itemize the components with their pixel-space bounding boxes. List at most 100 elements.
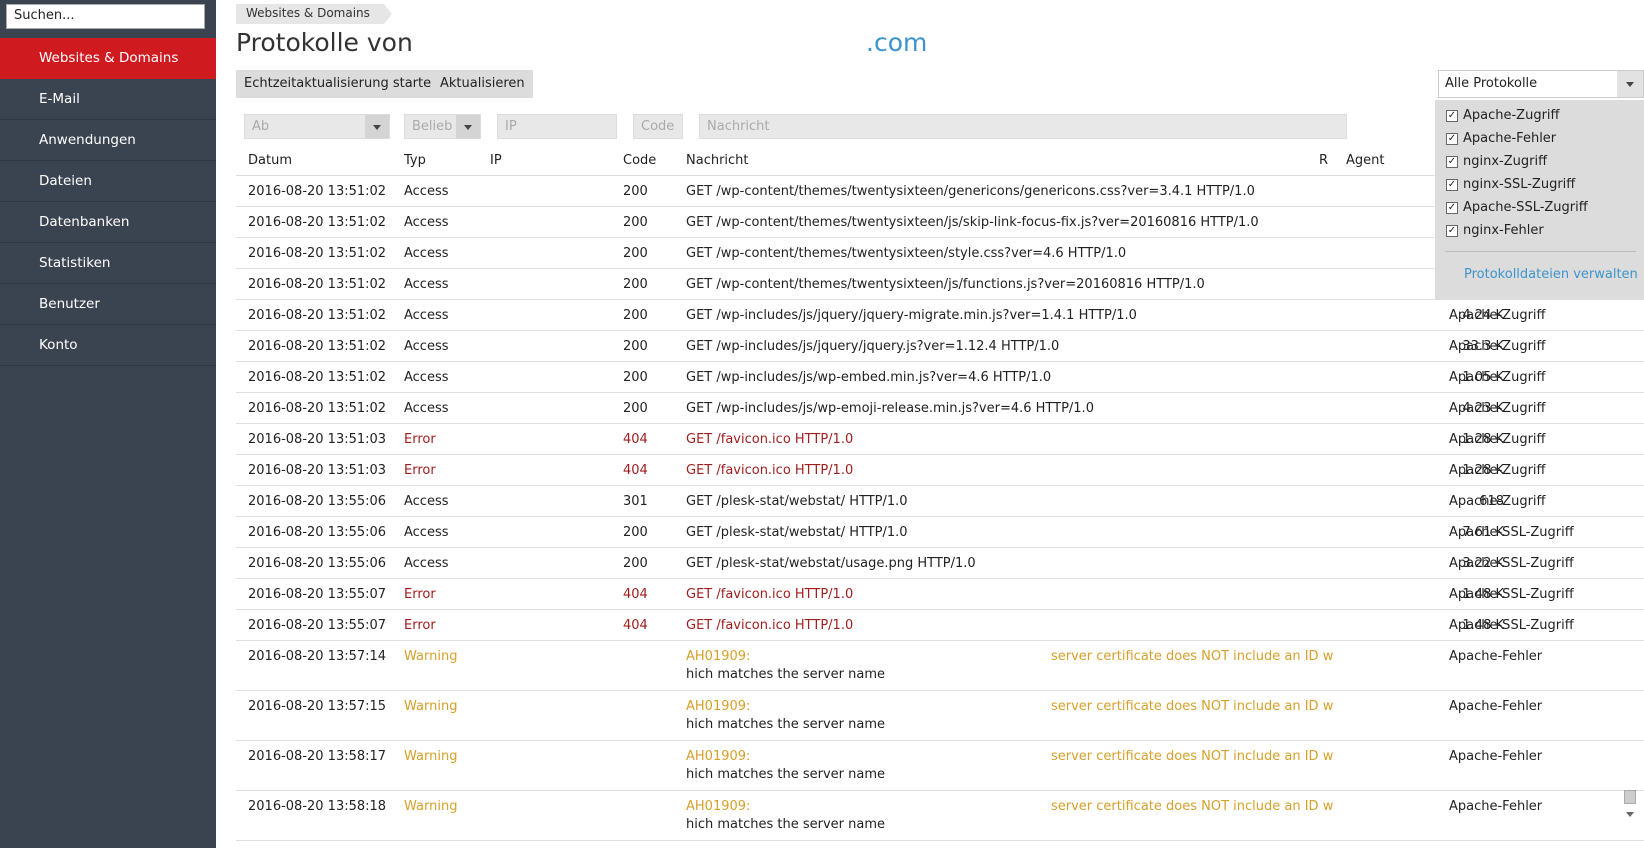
log-option-label: Apache-Zugriff <box>1463 108 1560 123</box>
log-option[interactable]: ✓ nginx-SSL-Zugriff <box>1435 173 1644 196</box>
scrollbar-thumb[interactable] <box>1624 790 1636 804</box>
cell-type: Access <box>404 339 449 354</box>
column-header-code[interactable]: Code <box>623 153 656 168</box>
filter-type-toggle[interactable] <box>456 115 480 138</box>
table-row[interactable]: 2016-08-20 13:51:02 Access 200 GET /wp-incl… <box>236 300 1644 331</box>
cell-code: 404 <box>623 432 648 447</box>
table-row[interactable]: 2016-08-20 13:51:02 Access 200 GET /wp-incl… <box>236 393 1644 424</box>
cell-type: Access <box>404 556 449 571</box>
vertical-scrollbar[interactable] <box>1622 280 1638 848</box>
checkbox[interactable]: ✓ <box>1446 155 1458 168</box>
cell-message: GET /plesk-stat/webstat/ HTTP/1.0 <box>686 525 908 540</box>
cell-type: Access <box>404 215 449 230</box>
table-row[interactable]: 2016-08-20 13:55:06 Access 200 GET /plesk-s… <box>236 517 1644 548</box>
sidebar-nav: Websites & Domains E-Mail Anwendungen Da… <box>0 38 216 366</box>
cell-code: 404 <box>623 618 648 633</box>
filter-code-input[interactable]: Code <box>633 114 683 139</box>
sidebar-item-files[interactable]: Dateien <box>0 161 216 202</box>
log-option-label: nginx-Zugriff <box>1463 154 1548 169</box>
cell-type: Access <box>404 277 449 292</box>
cell-type: Warning <box>404 699 458 714</box>
cell-message: GET /wp-includes/js/wp-emoji-release.min… <box>686 401 1094 416</box>
cell-type: Warning <box>404 799 458 814</box>
table-row[interactable]: 2016-08-20 13:51:02 Access 200 GET /wp-cont… <box>236 176 1644 207</box>
column-header-r[interactable]: R <box>1319 153 1328 168</box>
log-option[interactable]: ✓ nginx-Fehler <box>1435 219 1644 242</box>
filter-from[interactable]: Ab <box>244 114 390 139</box>
cell-code: 200 <box>623 556 648 571</box>
filter-type[interactable]: Belieb <box>404 114 481 139</box>
sidebar-item-statistics[interactable]: Statistiken <box>0 243 216 284</box>
checkbox[interactable]: ✓ <box>1446 178 1458 191</box>
table-row[interactable]: 2016-08-20 13:51:02 Access 200 GET /wp-cont… <box>236 238 1644 269</box>
table-row[interactable]: 2016-08-20 13:55:07 Error 404 GET /favicon.… <box>236 579 1644 610</box>
checkbox[interactable]: ✓ <box>1446 201 1458 214</box>
sidebar-item-account[interactable]: Konto <box>0 325 216 366</box>
table-row[interactable]: 2016-08-20 13:57:14 Warning AH01909: server… <box>236 641 1644 691</box>
search-input[interactable]: Suchen... <box>6 4 205 29</box>
log-select[interactable]: Alle Protokolle <box>1438 70 1644 98</box>
filter-type-value: Belieb <box>412 119 453 134</box>
table-row[interactable]: 2016-08-20 13:58:17 Warning AH01909: server… <box>236 741 1644 791</box>
table-row[interactable]: 2016-08-20 13:58:18 Warning AH01909: server… <box>236 791 1644 841</box>
column-header-agent[interactable]: Agent <box>1346 153 1384 168</box>
sidebar-item-applications[interactable]: Anwendungen <box>0 120 216 161</box>
sidebar-item-databases[interactable]: Datenbanken <box>0 202 216 243</box>
table-row[interactable]: 2016-08-20 13:51:02 Access 200 GET /wp-incl… <box>236 362 1644 393</box>
cell-message: GET /wp-content/themes/twentysixteen/sty… <box>686 246 1127 261</box>
column-header-type[interactable]: Typ <box>404 153 426 168</box>
column-header-message[interactable]: Nachricht <box>686 153 749 168</box>
cell-date: 2016-08-20 13:57:14 <box>248 649 387 664</box>
log-select-toggle[interactable] <box>1617 71 1643 97</box>
cell-date: 2016-08-20 13:51:02 <box>248 370 387 385</box>
table-row[interactable]: 2016-08-20 13:55:06 Access 200 GET /plesk-s… <box>236 548 1644 579</box>
cell-type: Access <box>404 308 449 323</box>
log-option[interactable]: ✓ Apache-Fehler <box>1435 127 1644 150</box>
table-row[interactable]: 2016-08-20 13:51:02 Access 200 GET /wp-cont… <box>236 207 1644 238</box>
sidebar-item-users[interactable]: Benutzer <box>0 284 216 325</box>
cell-type: Error <box>404 432 436 447</box>
cell-log: Apache-Fehler <box>1449 799 1543 814</box>
table-row[interactable]: 2016-08-20 13:55:06 Access 301 GET /plesk-s… <box>236 486 1644 517</box>
scroll-down-icon[interactable] <box>1626 812 1634 817</box>
log-option-label: Apache-SSL-Zugriff <box>1463 200 1588 215</box>
cell-message-cont: server certificate does NOT include an I… <box>1051 749 1334 764</box>
chevron-down-icon <box>464 125 472 130</box>
table-row[interactable]: 2016-08-20 13:51:03 Error 404 GET /favicon.… <box>236 455 1644 486</box>
table-row[interactable]: 2016-08-20 13:51:02 Access 200 GET /wp-cont… <box>236 269 1644 300</box>
log-select-value: Alle Protokolle <box>1445 76 1538 91</box>
column-header-ip[interactable]: IP <box>490 153 502 168</box>
cell-type: Access <box>404 246 449 261</box>
chevron-down-icon <box>1626 82 1634 87</box>
start-live-update-button[interactable]: Echtzeitaktualisierung starten <box>236 70 448 98</box>
cell-code: 200 <box>623 184 648 199</box>
checkbox[interactable]: ✓ <box>1446 109 1458 122</box>
sidebar-item-websites-domains[interactable]: Websites & Domains <box>0 38 216 79</box>
cell-code: 200 <box>623 277 648 292</box>
table-body: 2016-08-20 13:51:02 Access 200 GET /wp-cont… <box>236 176 1644 841</box>
cell-log: Apache-SSL-Zugriff <box>1449 556 1574 571</box>
refresh-button[interactable]: Aktualisieren <box>432 70 533 98</box>
filter-message-input[interactable]: Nachricht <box>699 114 1347 139</box>
table-row[interactable]: 2016-08-20 13:55:07 Error 404 GET /favicon.… <box>236 610 1644 641</box>
cell-date: 2016-08-20 13:55:06 <box>248 556 387 571</box>
filter-from-toggle[interactable] <box>365 115 389 138</box>
column-header-date[interactable]: Datum <box>248 153 292 168</box>
checkbox[interactable]: ✓ <box>1446 132 1458 145</box>
cell-message: GET /wp-includes/js/jquery/jquery-migrat… <box>686 308 1137 323</box>
breadcrumb[interactable]: Websites & Domains <box>236 4 392 24</box>
table-row[interactable]: 2016-08-20 13:51:02 Access 200 GET /wp-incl… <box>236 331 1644 362</box>
log-option[interactable]: ✓ nginx-Zugriff <box>1435 150 1644 173</box>
table-row[interactable]: 2016-08-20 13:51:03 Error 404 GET /favicon.… <box>236 424 1644 455</box>
main-content: Websites & Domains Protokolle von .com E… <box>216 0 1644 848</box>
cell-type: Access <box>404 525 449 540</box>
manage-log-files-link[interactable]: Protokolldateien verwalten <box>1435 252 1644 282</box>
log-option[interactable]: ✓ Apache-SSL-Zugriff <box>1435 196 1644 219</box>
cell-type: Access <box>404 494 449 509</box>
filter-ip-input[interactable]: IP <box>497 114 617 139</box>
checkbox[interactable]: ✓ <box>1446 224 1458 237</box>
log-option[interactable]: ✓ Apache-Zugriff <box>1435 104 1644 127</box>
table-row[interactable]: 2016-08-20 13:57:15 Warning AH01909: server… <box>236 691 1644 741</box>
sidebar-item-email[interactable]: E-Mail <box>0 79 216 120</box>
cell-code: 200 <box>623 401 648 416</box>
